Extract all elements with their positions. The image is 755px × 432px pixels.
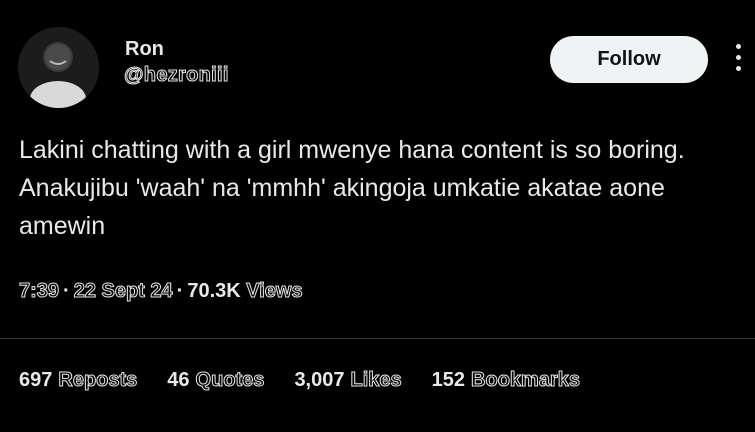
tweet-time[interactable]: 7:39 bbox=[18, 280, 59, 303]
bookmarks-label: Bookmarks bbox=[471, 369, 581, 392]
views-label: Views bbox=[246, 280, 303, 303]
likes-label: Likes bbox=[350, 369, 402, 392]
reposts-label: Reposts bbox=[58, 369, 138, 392]
stat-likes[interactable]: 3,007 Likes bbox=[294, 369, 402, 392]
views-count: 70.3K bbox=[187, 280, 241, 302]
user-handle[interactable]: @hezroniii bbox=[124, 64, 229, 87]
tweet-text: Lakini chatting with a girl mwenye hana … bbox=[19, 136, 685, 240]
quotes-label: Quotes bbox=[195, 369, 265, 392]
follow-button[interactable]: Follow bbox=[550, 36, 708, 83]
tweet-date[interactable]: 22 Sept 24 bbox=[73, 280, 173, 303]
engagement-stats: 697 Reposts 46 Quotes 3,007 Likes 152 Bookma… bbox=[19, 369, 580, 392]
divider bbox=[0, 338, 755, 339]
likes-count: 3,007 bbox=[294, 369, 345, 391]
tweet-meta: 7:39 · 22 Sept 24 · 70.3K Views bbox=[18, 280, 303, 303]
quotes-count: 46 bbox=[167, 369, 190, 391]
meta-separator-2: · bbox=[176, 280, 184, 302]
stat-reposts[interactable]: 697 Reposts bbox=[19, 369, 138, 392]
meta-separator: · bbox=[63, 280, 70, 302]
more-options-icon[interactable] bbox=[734, 44, 742, 76]
bookmarks-count: 152 bbox=[431, 369, 466, 391]
avatar[interactable] bbox=[18, 27, 99, 108]
stat-bookmarks[interactable]: 152 Bookmarks bbox=[431, 369, 581, 392]
display-name[interactable]: Ron bbox=[125, 38, 164, 61]
reposts-count: 697 bbox=[19, 369, 53, 391]
stat-quotes[interactable]: 46 Quotes bbox=[167, 369, 265, 392]
